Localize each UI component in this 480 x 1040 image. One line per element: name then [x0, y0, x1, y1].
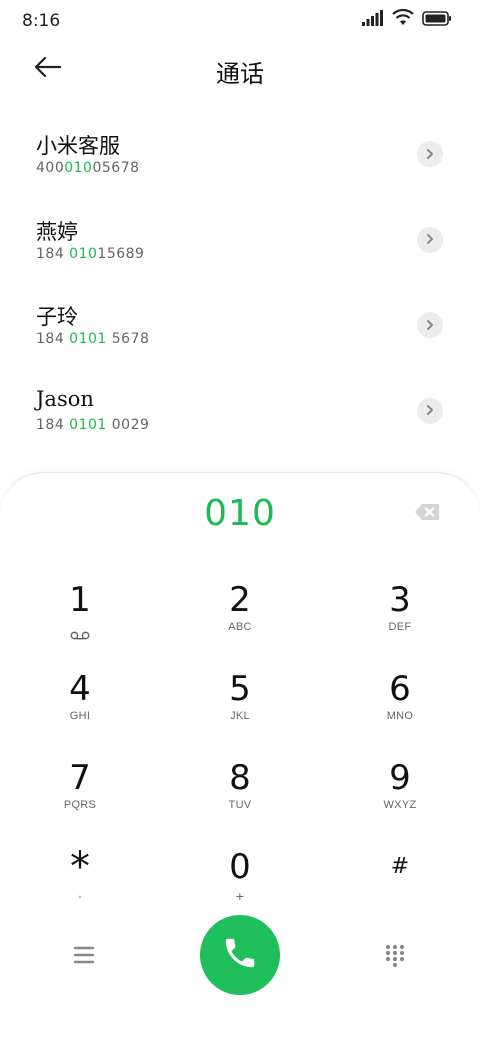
chevron-right-icon [425, 145, 435, 164]
key-7[interactable]: 7 PQRS [0, 751, 160, 840]
key-letters: WXYZ [383, 799, 417, 811]
key-letters: TUV [228, 799, 252, 811]
contact-detail-button[interactable] [417, 226, 443, 253]
backspace-icon [414, 504, 440, 525]
contact-number: 184 0101 5678 [36, 331, 150, 347]
contact-name: 燕婷 [36, 219, 78, 244]
contact-list: 小米客服 40001005678 燕婷 184 01015689 子玲 184 … [0, 110, 480, 452]
voicemail-icon [70, 625, 90, 644]
contact-detail-button[interactable] [417, 141, 443, 167]
key-letters: , [78, 888, 82, 900]
key-6[interactable]: 6 MNO [320, 662, 480, 751]
call-button[interactable] [200, 915, 280, 995]
key-letters: DEF [388, 621, 412, 633]
status-bar: 8:16 [0, 0, 480, 40]
key-digit: 5 [229, 669, 251, 709]
contact-number: 184 01015689 [36, 245, 145, 262]
contact-item[interactable]: 子玲 184 0101 5678 [0, 281, 480, 367]
contact-name: 子玲 [36, 305, 78, 329]
key-digit: 7 [69, 758, 91, 798]
contact-name: Jason [36, 386, 94, 411]
contact-detail-button[interactable] [417, 312, 443, 338]
contact-item[interactable]: 小米客服 40001005678 [0, 110, 480, 196]
key-2[interactable]: 2 ABC [160, 573, 320, 662]
phone-icon [221, 934, 259, 976]
key-8[interactable]: 8 TUV [160, 751, 320, 840]
dialpad-icon [384, 944, 406, 971]
key-letters: ABC [228, 621, 252, 633]
status-icons [362, 8, 452, 30]
key-digit: 4 [69, 669, 91, 709]
page-title: 通话 [216, 60, 264, 88]
dial-input[interactable]: 010 [0, 493, 480, 534]
key-digit: 1 [69, 580, 91, 620]
number-match: 010 [69, 245, 98, 262]
key-9[interactable]: 9 WXYZ [320, 751, 480, 840]
number-match: 0101 [69, 331, 107, 347]
wifi-icon [392, 8, 414, 30]
status-time: 8:16 [22, 11, 61, 31]
key-letters: JKL [230, 710, 250, 722]
menu-button[interactable] [72, 943, 96, 967]
key-4[interactable]: 4 GHI [0, 662, 160, 751]
key-digit: 8 [229, 758, 251, 798]
contact-number: 40001005678 [36, 160, 140, 176]
key-digit: 0 [229, 847, 251, 887]
key-digit: 3 [389, 580, 411, 620]
chevron-right-icon [425, 316, 435, 335]
backspace-button[interactable] [414, 503, 440, 521]
key-letters: GHI [69, 710, 91, 722]
keypad-toggle-button[interactable] [384, 943, 406, 968]
key-1[interactable]: 1 [0, 573, 160, 662]
contact-name: 小米客服 [36, 134, 120, 158]
contact-number: 184 0101 0029 [36, 416, 150, 433]
number-match: 010 [64, 160, 93, 176]
chevron-right-icon [425, 230, 435, 249]
number-match: 0101 [69, 416, 107, 433]
key-letters: + [235, 888, 245, 904]
key-letters: PQRS [63, 799, 97, 811]
key-digit: 6 [389, 669, 411, 709]
contact-detail-button[interactable] [417, 397, 443, 424]
contact-item[interactable]: Jason 184 0101 0029 [0, 367, 480, 453]
key-digit: 9 [389, 758, 411, 798]
keypad: 1 2 ABC 3 DEF 4 GHI 5 JKL 6 MNO 7 PQRS 8… [0, 573, 480, 929]
key-5[interactable]: 5 JKL [160, 662, 320, 751]
key-digit: 2 [229, 580, 251, 620]
key-letters: MNO [386, 710, 414, 722]
key-digit: * [70, 844, 90, 890]
key-3[interactable]: 3 DEF [320, 573, 480, 662]
key-digit: # [390, 854, 410, 879]
signal-icon [362, 10, 384, 30]
battery-icon [422, 11, 452, 30]
menu-icon [72, 946, 96, 971]
contact-item[interactable]: 燕婷 184 01015689 [0, 196, 480, 282]
bottom-bar [0, 915, 480, 995]
chevron-right-icon [425, 401, 435, 420]
